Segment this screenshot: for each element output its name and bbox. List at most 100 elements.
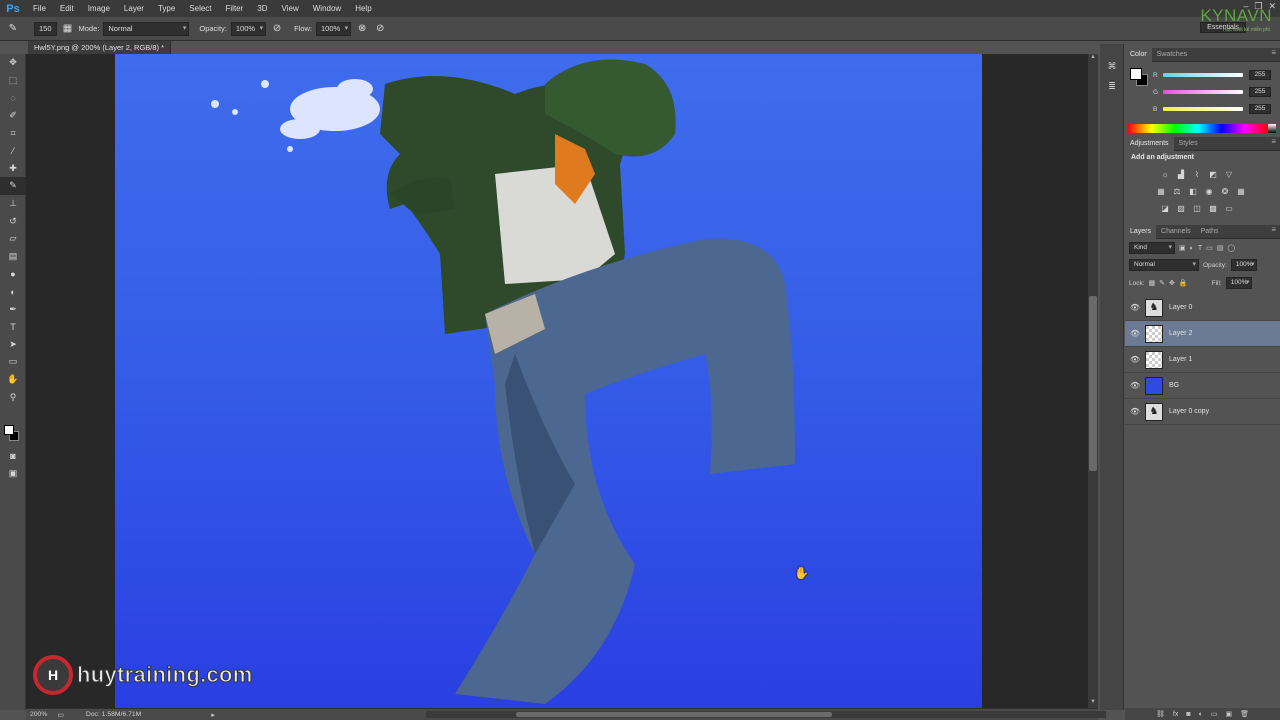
delete-layer-icon[interactable]: 🗑 xyxy=(1240,710,1249,718)
blur-tool-icon[interactable]: ● xyxy=(0,265,26,283)
blue-value[interactable]: 255 xyxy=(1249,104,1271,114)
panel-menu-icon[interactable]: ≡ xyxy=(1271,225,1276,234)
tab-color[interactable]: Color xyxy=(1125,47,1152,62)
move-tool-icon[interactable]: ✥ xyxy=(0,54,26,72)
filter-adjustment-icon[interactable]: ◐ xyxy=(1190,245,1194,252)
pressure-opacity-icon[interactable]: ⊘ xyxy=(270,22,284,36)
fill-field[interactable]: 100% xyxy=(1225,277,1253,289)
pressure-size-icon[interactable]: ⊘ xyxy=(373,22,387,36)
selective-color-icon[interactable]: ▩ xyxy=(1207,202,1219,214)
filter-smart-icon[interactable]: ▤ xyxy=(1217,244,1224,252)
layer-row[interactable]: 👁 Layer 2 xyxy=(1125,321,1280,347)
lock-image-icon[interactable]: ✎ xyxy=(1159,279,1165,287)
menu-edit[interactable]: Edit xyxy=(53,0,81,17)
mode-select[interactable]: Normal xyxy=(103,21,190,36)
foreground-color-chip[interactable] xyxy=(1130,68,1142,80)
tab-layers[interactable]: Layers xyxy=(1125,224,1157,239)
red-value[interactable]: 255 xyxy=(1249,70,1271,80)
filter-type-icon[interactable]: T xyxy=(1198,245,1202,252)
lock-position-icon[interactable]: ✥ xyxy=(1169,279,1175,287)
shape-tool-icon[interactable]: ▭ xyxy=(0,353,26,371)
visibility-eye-icon[interactable]: 👁 xyxy=(1125,407,1145,416)
brush-preset-icon[interactable]: ✎ xyxy=(6,22,20,36)
menu-window[interactable]: Window xyxy=(306,0,348,17)
properties-panel-icon[interactable]: ≣ xyxy=(1100,76,1124,96)
screen-mode-icon[interactable]: ▣ xyxy=(0,465,26,483)
menu-filter[interactable]: Filter xyxy=(219,0,251,17)
red-slider[interactable] xyxy=(1163,73,1243,77)
doc-info-icon[interactable]: ▭ xyxy=(57,711,63,719)
lasso-tool-icon[interactable]: ◌ xyxy=(0,89,26,107)
layer-filter-kind[interactable]: Kind xyxy=(1129,242,1175,254)
blue-slider[interactable] xyxy=(1163,107,1243,111)
dodge-tool-icon[interactable]: ◐ xyxy=(0,283,26,301)
menu-help[interactable]: Help xyxy=(348,0,378,17)
gradient-map-icon[interactable]: ▭ xyxy=(1223,202,1235,214)
menu-layer[interactable]: Layer xyxy=(117,0,151,17)
stamp-tool-icon[interactable]: ⊥ xyxy=(0,195,26,213)
layer-mask-icon[interactable]: ◙ xyxy=(1186,711,1190,718)
menu-image[interactable]: Image xyxy=(81,0,117,17)
photo-filter-icon[interactable]: ◉ xyxy=(1203,185,1215,197)
type-tool-icon[interactable]: T xyxy=(0,318,26,336)
history-panel-icon[interactable]: ⌘ xyxy=(1100,56,1124,76)
zoom-level[interactable]: 200% xyxy=(30,711,47,718)
layer-row[interactable]: 👁 Layer 1 xyxy=(1125,347,1280,373)
threshold-icon[interactable]: ◫ xyxy=(1191,202,1203,214)
canvas-area[interactable]: ✋ xyxy=(26,54,1088,708)
vibrance-icon[interactable]: ▽ xyxy=(1223,168,1235,180)
opacity-field[interactable]: 100% xyxy=(230,21,267,36)
layer-row[interactable]: 👁 ♞ Layer 0 xyxy=(1125,295,1280,321)
tab-swatches[interactable]: Swatches xyxy=(1152,48,1192,62)
hand-tool-icon[interactable]: ✋ xyxy=(0,371,26,389)
hue-saturation-icon[interactable]: ▦ xyxy=(1155,185,1167,197)
tab-adjustments[interactable]: Adjustments xyxy=(1125,136,1174,151)
posterize-icon[interactable]: ▨ xyxy=(1175,202,1187,214)
brightness-icon[interactable]: ☼ xyxy=(1159,168,1171,180)
layer-row[interactable]: 👁 BG xyxy=(1125,373,1280,399)
scroll-up-icon[interactable]: ▲ xyxy=(1088,54,1098,63)
panel-menu-icon[interactable]: ≡ xyxy=(1271,137,1276,146)
history-brush-tool-icon[interactable]: ↺ xyxy=(0,212,26,230)
visibility-eye-icon[interactable]: 👁 xyxy=(1125,303,1145,312)
new-layer-icon[interactable]: ▣ xyxy=(1225,710,1232,718)
menu-3d[interactable]: 3D xyxy=(250,0,274,17)
menu-file[interactable]: File xyxy=(26,0,53,17)
lock-all-icon[interactable]: 🔒 xyxy=(1179,279,1188,287)
black-white-icon[interactable]: ◧ xyxy=(1187,185,1199,197)
new-adjustment-icon[interactable]: ◐ xyxy=(1199,711,1203,718)
healing-tool-icon[interactable]: ✚ xyxy=(0,160,26,178)
path-select-tool-icon[interactable]: ➤ xyxy=(0,336,26,354)
foreground-color-swatch[interactable] xyxy=(4,425,14,435)
horizontal-scroll-thumb[interactable] xyxy=(516,712,832,717)
visibility-eye-icon[interactable]: 👁 xyxy=(1125,329,1145,338)
menu-view[interactable]: View xyxy=(275,0,306,17)
vertical-scrollbar[interactable]: ▲ ▼ xyxy=(1088,54,1098,708)
blend-mode-select[interactable]: Normal xyxy=(1129,259,1199,271)
menu-select[interactable]: Select xyxy=(182,0,218,17)
crop-tool-icon[interactable]: ⌗ xyxy=(0,124,26,142)
lock-transparent-icon[interactable]: ▦ xyxy=(1149,279,1156,287)
new-group-icon[interactable]: ▭ xyxy=(1211,710,1218,718)
quick-select-tool-icon[interactable]: ✐ xyxy=(0,107,26,125)
flow-field[interactable]: 100% xyxy=(316,21,352,36)
tab-channels[interactable]: Channels xyxy=(1156,225,1196,239)
layer-opacity-field[interactable]: 100% xyxy=(1230,259,1258,271)
color-spectrum[interactable] xyxy=(1128,124,1268,133)
curves-icon[interactable]: ⌇ xyxy=(1191,168,1203,180)
eyedropper-tool-icon[interactable]: ⁄ xyxy=(0,142,26,160)
scroll-down-icon[interactable]: ▼ xyxy=(1088,699,1098,708)
marquee-tool-icon[interactable]: ⬚ xyxy=(0,72,26,90)
menu-type[interactable]: Type xyxy=(151,0,182,17)
grayscale-ramp[interactable] xyxy=(1268,124,1276,133)
panel-menu-icon[interactable]: ≡ xyxy=(1271,48,1276,57)
layer-style-icon[interactable]: fx xyxy=(1173,711,1178,718)
horizontal-scrollbar[interactable] xyxy=(426,711,1106,718)
tab-styles[interactable]: Styles xyxy=(1174,137,1203,151)
link-layers-icon[interactable]: ⛓ xyxy=(1156,710,1165,718)
filter-toggle-icon[interactable]: ◯ xyxy=(1227,244,1235,252)
filter-pixel-icon[interactable]: ▣ xyxy=(1179,244,1186,252)
quick-mask-icon[interactable]: ◙ xyxy=(0,447,26,465)
visibility-eye-icon[interactable]: 👁 xyxy=(1125,355,1145,364)
exposure-icon[interactable]: ◩ xyxy=(1207,168,1219,180)
